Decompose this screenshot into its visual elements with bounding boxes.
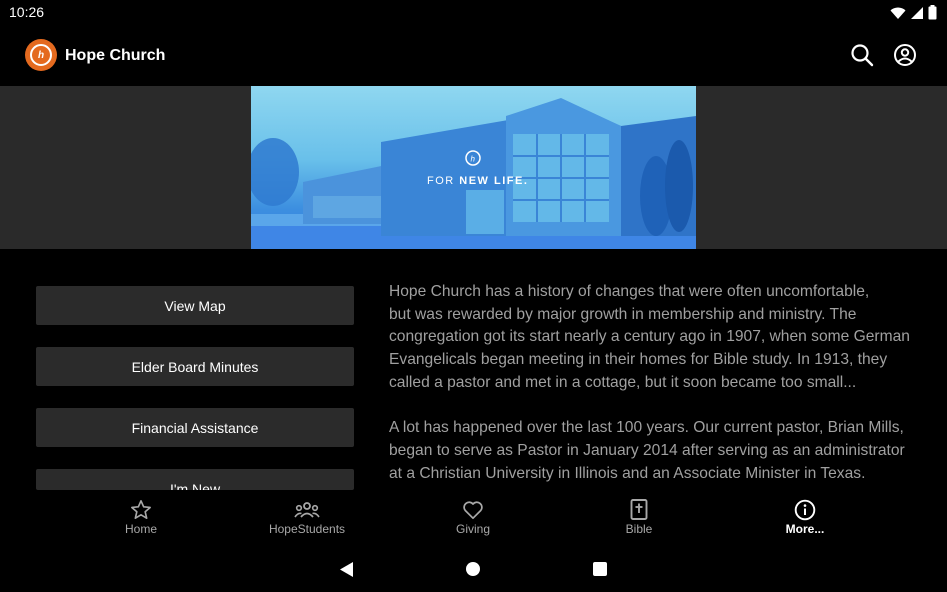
nav-more-label: More... [785,522,825,536]
star-icon [131,500,151,519]
nav-bible-label: Bible [625,522,653,536]
church-description: Hope Church has a history of changes tha… [389,281,929,508]
nav-home-label: Home [124,522,157,536]
nav-home[interactable]: Home [86,490,196,545]
elder-board-minutes-button[interactable]: Elder Board Minutes [36,347,354,386]
nav-hopestudents-label: HopeStudents [268,522,346,536]
bible-icon [630,499,648,520]
logo-mark-icon: h [30,44,52,66]
status-bar: 10:26 [0,0,947,26]
back-triangle-icon [340,561,353,577]
account-button[interactable] [892,42,918,68]
hero-band: h FOR NEW LIFE. [0,86,947,249]
im-new-button[interactable]: I'm New [36,469,354,490]
description-paragraph: Hope Church has a history of changes tha… [389,283,910,391]
nav-giving[interactable]: Giving [418,490,528,545]
hero-tagline-prefix: FOR [427,175,460,187]
financial-assistance-button[interactable]: Financial Assistance [36,408,354,447]
battery-icon [928,5,937,20]
heart-icon [463,500,483,519]
wifi-icon [890,7,906,19]
view-map-button[interactable]: View Map [36,286,354,325]
status-icons [890,5,937,20]
nav-hopestudents[interactable]: HopeStudents [252,490,362,545]
hero-image: h FOR NEW LIFE. [251,86,696,249]
home-button[interactable] [463,559,483,579]
search-button[interactable] [849,42,875,68]
church-logo: h [25,39,57,71]
church-building-illustration: h [251,98,696,249]
recents-button[interactable] [590,559,610,579]
app-bar: h Hope Church [0,26,947,86]
info-icon [794,499,816,520]
hero-tagline: FOR NEW LIFE. [427,175,528,187]
nav-bible[interactable]: Bible [584,490,694,545]
hero-tagline-bold: NEW LIFE. [459,175,529,187]
system-navigation-bar [0,545,947,592]
back-button[interactable] [337,559,357,579]
bottom-navigation: Home HopeStudents Giving Bible More... [0,490,947,545]
cell-signal-icon [911,6,923,19]
group-icon [294,501,320,518]
svg-text:h: h [471,155,476,164]
search-icon [851,44,874,67]
nav-giving-label: Giving [455,522,490,536]
im-new-label: I'm New [169,481,221,490]
home-circle-icon [466,562,480,576]
account-circle-icon [894,44,916,66]
recents-square-icon [593,562,607,576]
app-title: Hope Church [65,47,166,64]
description-paragraph: A lot has happened over the last 100 yea… [389,419,905,482]
status-time: 10:26 [9,4,45,20]
nav-more[interactable]: More... [750,490,860,545]
